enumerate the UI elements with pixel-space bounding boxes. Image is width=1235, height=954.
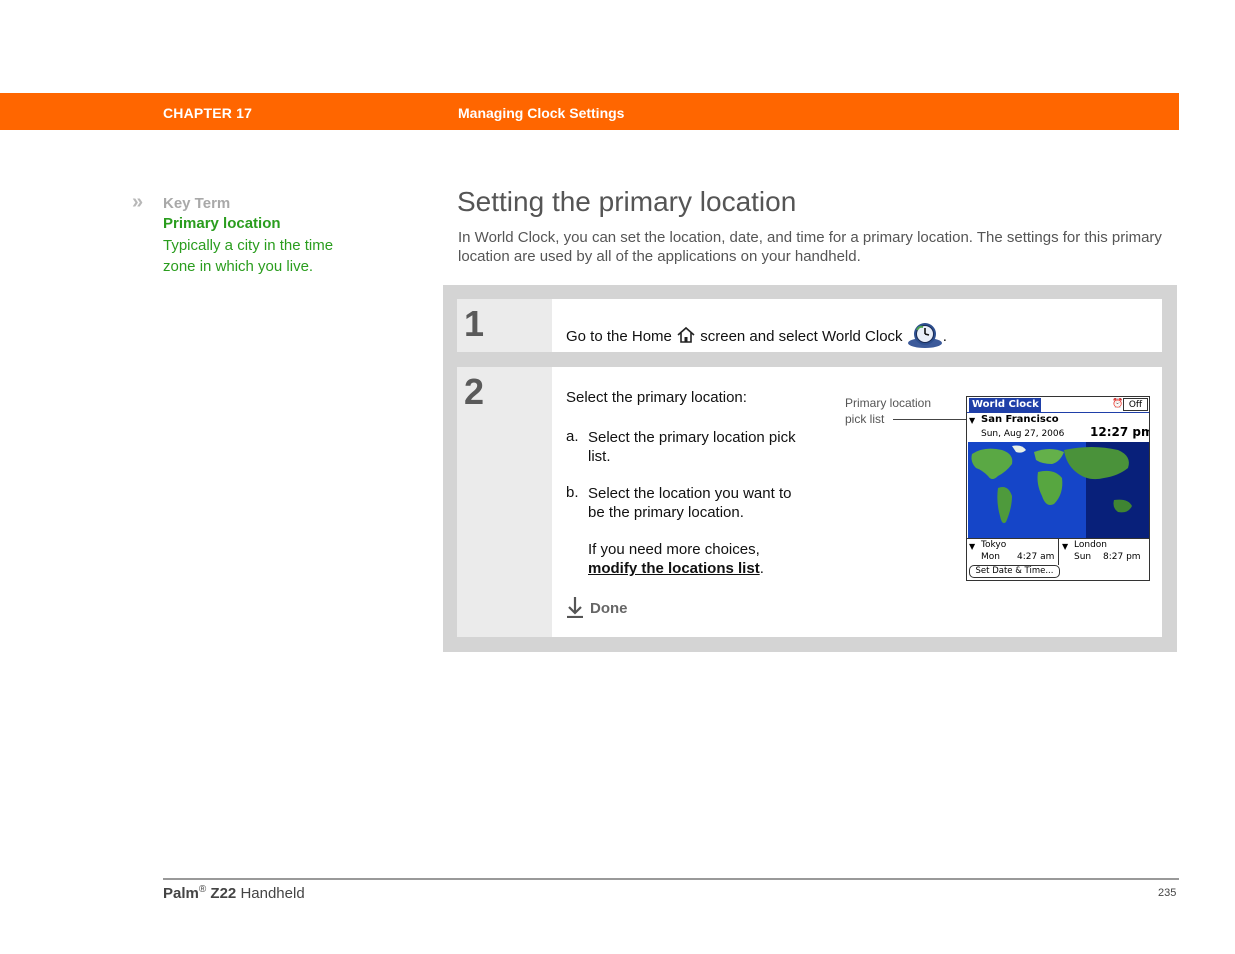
dropdown-triangle-icon: ▼ <box>969 416 976 425</box>
footer-brand: Palm <box>163 885 199 902</box>
substep-letter: a. <box>566 428 579 445</box>
more-choices-text: If you need more choices, modify the loc… <box>588 540 808 578</box>
primary-time: 12:27 pm <box>1090 425 1150 439</box>
callout-line-1: Primary location <box>845 396 932 410</box>
step-1-number: 1 <box>464 303 485 344</box>
primary-date: Sun, Aug 27, 2006 <box>981 429 1065 439</box>
title-rule <box>967 412 1149 413</box>
secondary-divider <box>1058 539 1059 565</box>
more-choices-lead: If you need more choices, <box>588 541 760 558</box>
secondary-location-picker[interactable]: London <box>1074 540 1107 550</box>
world-clock-icon <box>907 321 943 353</box>
secondary-location-picker[interactable]: Tokyo <box>981 540 1006 550</box>
secondary-day: Sun <box>1074 552 1092 562</box>
callout-leader-line <box>893 419 966 420</box>
app-title: World Clock <box>972 399 1039 410</box>
modify-locations-link[interactable]: modify the locations list <box>588 560 760 577</box>
step-1-text-after: . <box>942 327 947 345</box>
secondary-day: Mon <box>981 552 1000 562</box>
alarm-clock-icon: ⏰ <box>1112 399 1124 409</box>
alarm-toggle-button[interactable]: Off <box>1123 398 1148 411</box>
secondary-time: 4:27 am <box>1017 552 1055 562</box>
dropdown-triangle-icon: ▼ <box>1062 542 1069 551</box>
footer-product-name: Palm® Z22 Handheld <box>163 884 305 902</box>
key-term-label: Key Term <box>163 195 231 212</box>
done-marker: Done <box>566 596 628 622</box>
dropdown-triangle-icon: ▼ <box>969 542 976 551</box>
substep-text: Select the location you want to be the p… <box>588 485 792 521</box>
footer-model: Z22 <box>210 885 237 902</box>
intro-paragraph: In World Clock, you can set the location… <box>458 229 1162 265</box>
step-1-text-before: Go to the Home <box>566 327 672 345</box>
set-date-time-button[interactable]: Set Date & Time... <box>969 565 1060 578</box>
world-clock-screenshot: World Clock ⏰ Off ▼ San Francisco Sun, A… <box>966 396 1150 581</box>
key-term-chevron-icon: » <box>132 191 144 213</box>
substep-letter: b. <box>566 484 579 501</box>
page-title: Setting the primary location <box>457 186 797 217</box>
footer-rule <box>163 878 1179 880</box>
page-number: 235 <box>1158 887 1177 899</box>
footer-product: Handheld <box>240 885 305 902</box>
key-term-name: Primary location <box>163 215 281 232</box>
chapter-number: CHAPTER 17 <box>163 105 253 121</box>
step-1-text-middle: screen and select World Clock <box>700 327 903 345</box>
step-1-text: Go to the Home screen and select World C… <box>566 321 947 353</box>
arrow-down-icon <box>566 596 584 622</box>
callout-label: Primary location pick list <box>845 395 955 427</box>
home-icon <box>676 326 696 348</box>
world-map <box>968 442 1149 538</box>
secondary-time: 8:27 pm <box>1103 552 1141 562</box>
substep-text: Select the primary location pick list. <box>588 429 796 465</box>
step-2-intro: Select the primary location: <box>566 389 747 406</box>
link-period: . <box>759 560 764 577</box>
key-term-definition: Typically a city in the time zone in whi… <box>163 237 334 275</box>
chapter-title: Managing Clock Settings <box>458 105 625 121</box>
step-2-number: 2 <box>464 371 485 412</box>
footer-registered-mark: ® <box>198 884 207 895</box>
done-label: Done <box>590 599 628 617</box>
primary-location-picker[interactable]: San Francisco <box>981 414 1059 425</box>
